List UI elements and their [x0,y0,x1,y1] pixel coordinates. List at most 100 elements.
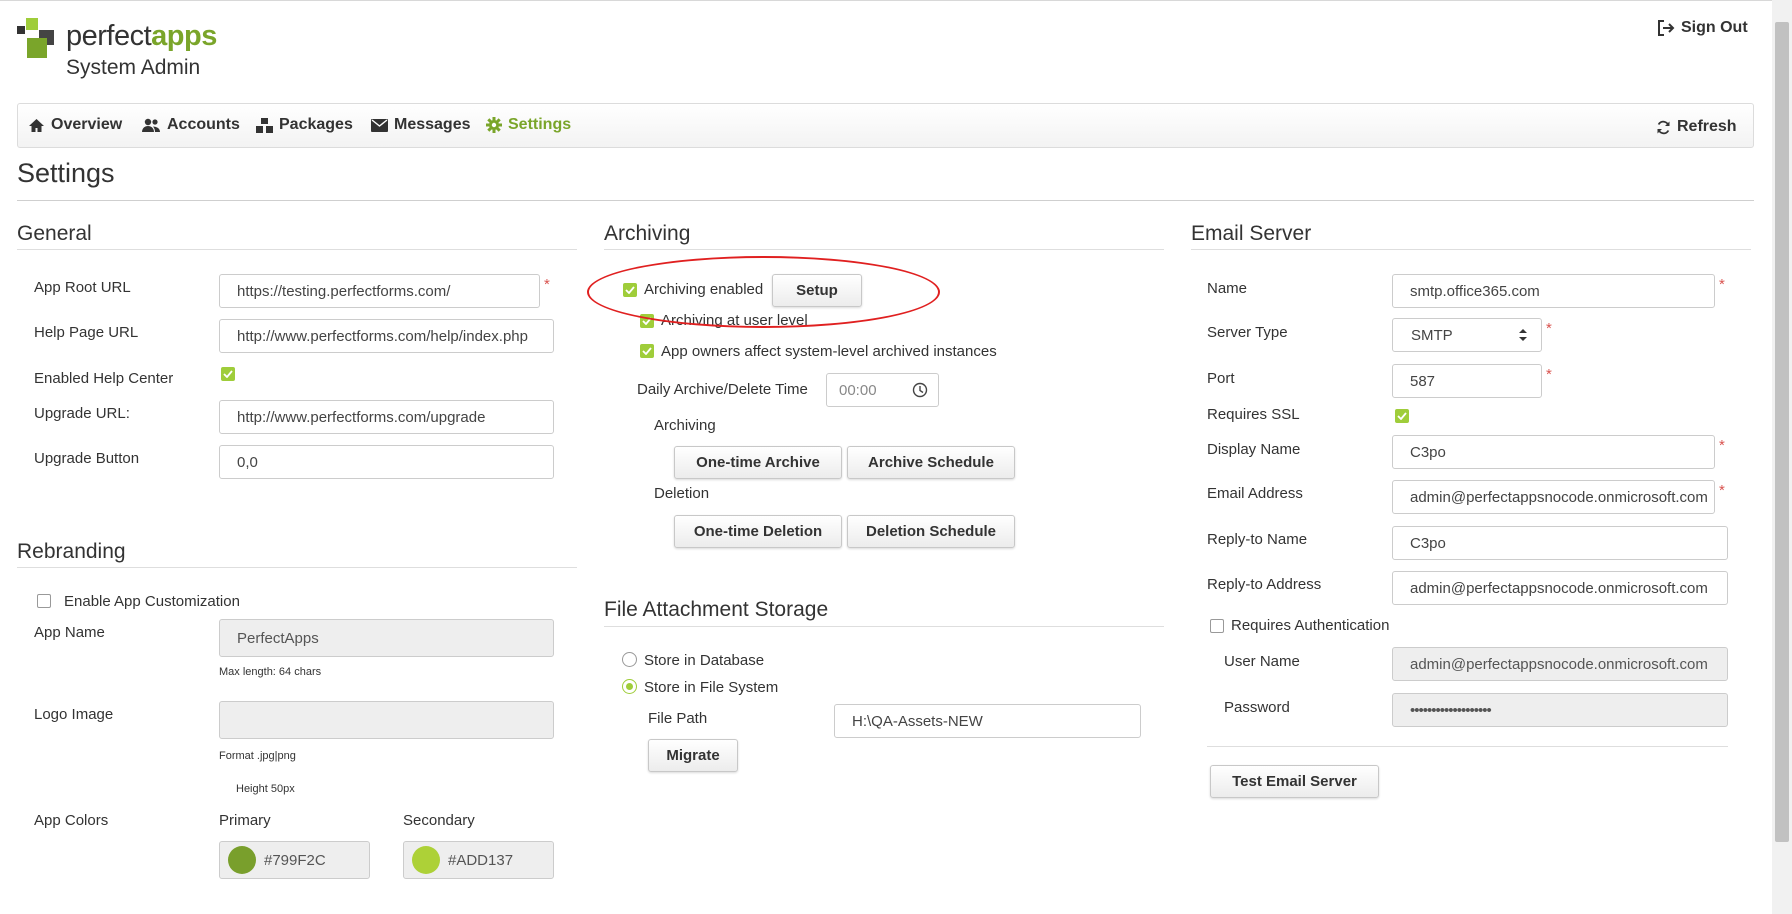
refresh-label: Refresh [1677,118,1737,135]
app-name-input[interactable]: PerfectApps [219,619,554,657]
server-type-label: Server Type [1207,324,1288,341]
required-marker: * [1719,437,1725,454]
store-in-file-system-label: Store in File System [644,679,779,696]
select-arrows-icon [1519,329,1527,341]
logo [17,18,62,60]
nav-accounts[interactable]: Accounts [141,116,240,134]
file-storage-heading: File Attachment Storage [604,598,829,621]
checkmark-icon [223,370,233,378]
archiving-divider [604,249,1164,250]
file-path-input[interactable]: H:\QA-Assets-NEW [834,704,1141,738]
email-server-divider [1191,249,1751,250]
sign-out-icon [1658,20,1675,36]
logo-word-perfect: perfect [66,20,152,52]
nav-packages[interactable]: Packages [256,116,353,134]
daily-time-value: 00:00 [839,382,877,399]
name-label: Name [1207,280,1248,297]
checkmark-icon [1397,412,1407,420]
primary-color-swatch[interactable] [228,846,256,874]
general-divider [17,249,577,250]
page-title: Settings [17,158,115,188]
display-name-input[interactable]: C3po [1392,435,1715,469]
scrollbar-thumb[interactable] [1775,22,1789,842]
upgrade-url-input[interactable]: http://www.perfectforms.com/upgrade [219,400,554,434]
title-divider [17,200,1754,201]
format-hint: Format .jpg|png [219,750,296,762]
app-name-label: App Name [34,624,105,641]
clock-icon[interactable] [912,382,928,398]
reply-to-address-label: Reply-to Address [1207,576,1322,593]
user-name-input[interactable]: admin@perfectappsnocode.onmicrosoft.com [1392,647,1728,681]
reply-to-address-input[interactable]: admin@perfectappsnocode.onmicrosoft.com [1392,571,1728,605]
nav-packages-label: Packages [279,116,353,133]
upgrade-button-label: Upgrade Button [34,450,140,467]
top-border [0,0,1772,1]
highlight-oval [587,256,940,328]
requires-authentication-checkbox[interactable] [1210,619,1224,633]
nav-settings[interactable]: Settings [486,116,571,134]
nav-accounts-label: Accounts [167,116,240,133]
deletion-schedule-button[interactable]: Deletion Schedule [847,515,1015,548]
requires-authentication-label: Requires Authentication [1231,617,1390,634]
nav-settings-label: Settings [508,116,572,133]
test-email-server-button[interactable]: Test Email Server [1210,765,1379,798]
migrate-button[interactable]: Migrate [648,739,738,772]
main-navbar: Overview Accounts Packages Messages Sett… [17,103,1754,148]
sign-out-button[interactable]: Sign Out [1657,19,1748,37]
secondary-color-swatch[interactable] [412,846,440,874]
rebranding-heading: Rebranding [17,540,126,563]
logo-square-dark [17,26,25,34]
email-address-label: Email Address [1207,485,1303,502]
archiving-sub-label: Archiving [654,417,716,434]
reply-to-name-input[interactable]: C3po [1392,526,1728,560]
email-address-input[interactable]: admin@perfectappsnocode.onmicrosoft.com [1392,480,1715,514]
logo-image-input[interactable] [219,701,554,739]
app-root-url-label: App Root URL [34,279,131,296]
port-input[interactable]: 587 [1392,364,1542,398]
one-time-deletion-button[interactable]: One-time Deletion [674,515,842,548]
gear-icon [486,117,502,133]
help-page-url-label: Help Page URL [34,324,139,341]
general-heading: General [17,222,92,245]
logo-word-apps: apps [151,20,217,52]
secondary-color-label: Secondary [403,812,475,829]
requires-ssl-checkbox[interactable] [1395,409,1409,423]
users-icon [142,118,160,132]
secondary-color-value: #ADD137 [448,852,514,869]
nav-overview-label: Overview [51,116,123,133]
app-subtitle: System Admin [66,56,201,79]
name-input[interactable]: smtp.office365.com [1392,274,1715,308]
password-input[interactable]: ••••••••••••••••••• [1392,693,1728,727]
one-time-archive-button[interactable]: One-time Archive [674,446,842,479]
port-label: Port [1207,370,1235,387]
packages-icon [256,117,273,133]
envelope-icon [371,118,388,132]
primary-color-label: Primary [219,812,271,829]
archive-schedule-button[interactable]: Archive Schedule [847,446,1015,479]
logo-text: perfectapps [66,20,217,53]
store-in-file-system-radio[interactable] [622,679,637,694]
enabled-help-center-checkbox[interactable] [221,367,235,381]
help-page-url-input[interactable]: http://www.perfectforms.com/help/index.p… [219,319,554,353]
nav-messages[interactable]: Messages [371,116,471,134]
nav-overview[interactable]: Overview [28,116,122,134]
server-type-value: SMTP [1411,327,1453,344]
archiving-heading: Archiving [604,222,691,245]
app-root-url-input[interactable]: https://testing.perfectforms.com/ [219,274,540,308]
store-in-database-radio[interactable] [622,652,637,667]
email-server-heading: Email Server [1191,222,1312,245]
enable-app-customization-checkbox[interactable] [37,594,51,608]
display-name-label: Display Name [1207,441,1301,458]
file-storage-divider [604,626,1164,627]
app-colors-label: App Colors [34,812,109,829]
enable-app-customization-label: Enable App Customization [64,593,240,610]
rebranding-divider [17,567,577,568]
reply-to-name-label: Reply-to Name [1207,531,1308,548]
upgrade-button-input[interactable]: 0,0 [219,445,554,479]
refresh-icon [1657,120,1670,134]
max-length-hint: Max length: 64 chars [219,666,322,678]
nav-messages-label: Messages [394,116,471,133]
requires-ssl-label: Requires SSL [1207,406,1300,423]
refresh-button[interactable]: Refresh [1656,118,1737,136]
app-owners-checkbox[interactable] [640,344,654,358]
